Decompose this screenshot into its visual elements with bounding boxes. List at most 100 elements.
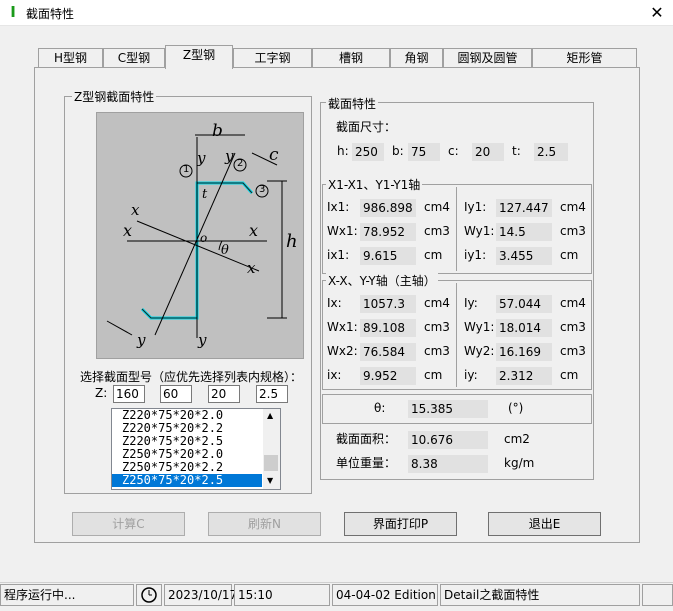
- wx1-unit: cm3: [424, 224, 450, 238]
- dim-h-value: 250: [352, 143, 384, 161]
- wy1-main-label: Wy1:: [464, 320, 495, 334]
- ix1-value: 986.898: [360, 199, 416, 217]
- axis-y1-label-top: y: [197, 149, 206, 167]
- wx1-label: Wx1:: [327, 224, 358, 238]
- weight-unit: kg/m: [504, 456, 535, 470]
- axis-x1-label-left: x: [123, 221, 133, 240]
- theta-value: 15.385: [408, 400, 488, 418]
- ix1-radius-label: ix1:: [327, 248, 350, 262]
- scroll-down-icon[interactable]: ▼: [267, 476, 273, 485]
- point-1-label: 1: [183, 164, 190, 175]
- iy-label: Iy:: [464, 296, 478, 310]
- select-section-label: 选择截面型号（应优先选择列表内规格）：: [80, 370, 303, 384]
- dim-h-label: h: [286, 231, 298, 252]
- status-edition: 04-04-02 Edition: [332, 584, 438, 606]
- dim-c-text: c:: [448, 144, 459, 158]
- tab-angle[interactable]: 角钢: [390, 48, 443, 68]
- title-bar: I 截面特性 ✕: [0, 0, 673, 26]
- dim-c-value: 20: [472, 143, 504, 161]
- ix1-radius-unit: cm: [424, 248, 443, 262]
- wx1-main-unit: cm3: [424, 320, 450, 334]
- iy1-radius-value: 3.455: [496, 247, 552, 265]
- section-drawing: b c t h x x x x y y y y o θ 1 2 3: [96, 112, 304, 359]
- wx1-main-label: Wx1:: [327, 320, 358, 334]
- properties-group-title: 截面特性: [326, 95, 379, 112]
- wy1-label: Wy1:: [464, 224, 495, 238]
- area-label: 截面面积：: [336, 432, 397, 446]
- wy1-main-value: 18.014: [496, 319, 552, 337]
- wx2-value: 76.584: [360, 343, 416, 361]
- theta-label: θ: [221, 243, 229, 258]
- z-t-input[interactable]: 2.5: [256, 385, 288, 403]
- tab-i-beam[interactable]: 工字钢: [233, 48, 312, 68]
- tab-channel[interactable]: 槽钢: [312, 48, 390, 68]
- iy-unit: cm4: [560, 296, 586, 310]
- z-b-input[interactable]: 60: [160, 385, 192, 403]
- ix-label: Ix:: [327, 296, 342, 310]
- area-value: 10.676: [408, 431, 488, 449]
- tab-c-steel[interactable]: C型钢: [103, 48, 165, 68]
- tab-rect-tube[interactable]: 矩形管: [532, 48, 637, 68]
- area-unit: cm2: [504, 432, 530, 446]
- z-section-group-title: Z型钢截面特性: [72, 88, 157, 105]
- wy2-unit: cm3: [560, 344, 586, 358]
- scroll-thumb[interactable]: [264, 455, 278, 471]
- wx1-value: 78.952: [360, 223, 416, 241]
- list-scrollbar[interactable]: ▲ ▼: [263, 409, 280, 489]
- clock-icon: [136, 584, 162, 606]
- iy1-unit: cm4: [560, 200, 586, 214]
- axis2-divider: [456, 283, 457, 387]
- ix1-label: Ix1:: [327, 200, 350, 214]
- origin-label: o: [200, 231, 208, 245]
- ix-radius-value: 9.952: [360, 367, 416, 385]
- wy2-label: Wy2:: [464, 344, 495, 358]
- dim-t-text: t:: [512, 144, 521, 158]
- status-module: Detail之截面特性: [440, 584, 640, 606]
- ix1-radius-value: 9.615: [360, 247, 416, 265]
- z-label: Z:: [95, 386, 108, 400]
- iy-radius-unit: cm: [560, 368, 579, 382]
- wy2-value: 16.169: [496, 343, 552, 361]
- ix1-unit: cm4: [424, 200, 450, 214]
- status-running: 程序运行中...: [0, 584, 134, 606]
- point-3-label: 3: [259, 184, 266, 195]
- dim-b-label: b: [212, 121, 223, 141]
- refresh-button[interactable]: 刷新N: [208, 512, 321, 536]
- wx2-label: Wx2:: [327, 344, 358, 358]
- exit-button[interactable]: 退出E: [488, 512, 601, 536]
- wy1-main-unit: cm3: [560, 320, 586, 334]
- status-empty-panel: [642, 584, 673, 606]
- ix-radius-label: ix:: [327, 368, 342, 382]
- dim-t-value: 2.5: [534, 143, 568, 161]
- iy-radius-value: 2.312: [496, 367, 552, 385]
- point-2-label: 2: [237, 158, 244, 169]
- list-item-selected[interactable]: Z250*75*20*2.5: [112, 474, 262, 487]
- axis-y-label-bottom: y: [137, 331, 146, 349]
- wx2-unit: cm3: [424, 344, 450, 358]
- wy1-unit: cm3: [560, 224, 586, 238]
- theta-unit: (°): [508, 401, 524, 415]
- iy1-value: 127.447: [496, 199, 552, 217]
- tab-z-steel[interactable]: Z型钢: [165, 45, 233, 69]
- status-bar: 程序运行中... 2023/10/17 15:10 04-04-02 Editi…: [0, 582, 673, 606]
- dim-b-text: b:: [392, 144, 404, 158]
- z-c-input[interactable]: 20: [208, 385, 240, 403]
- dim-b-value: 75: [408, 143, 440, 161]
- scroll-up-icon[interactable]: ▲: [267, 411, 273, 420]
- print-button[interactable]: 界面打印P: [344, 512, 457, 536]
- axis1-divider: [456, 187, 457, 271]
- iy1-label: Iy1:: [464, 200, 487, 214]
- close-button[interactable]: ✕: [645, 2, 669, 24]
- axis1-title: X1-X1、Y1-Y1轴: [326, 176, 423, 193]
- iy-value: 57.044: [496, 295, 552, 313]
- wy1-value: 14.5: [496, 223, 552, 241]
- z-h-input[interactable]: 160: [113, 385, 145, 403]
- calc-button[interactable]: 计算C: [72, 512, 185, 536]
- weight-value: 8.38: [408, 455, 488, 473]
- size-label: 截面尺寸：: [336, 120, 397, 134]
- axis-x-label-right: x: [247, 259, 256, 277]
- status-time: 15:10: [234, 584, 330, 606]
- tab-round-pipe[interactable]: 圆钢及圆管: [443, 48, 532, 68]
- tab-h-steel[interactable]: H型钢: [38, 48, 103, 68]
- section-list[interactable]: Z220*75*20*2.0 Z220*75*20*2.2 Z220*75*20…: [111, 408, 281, 490]
